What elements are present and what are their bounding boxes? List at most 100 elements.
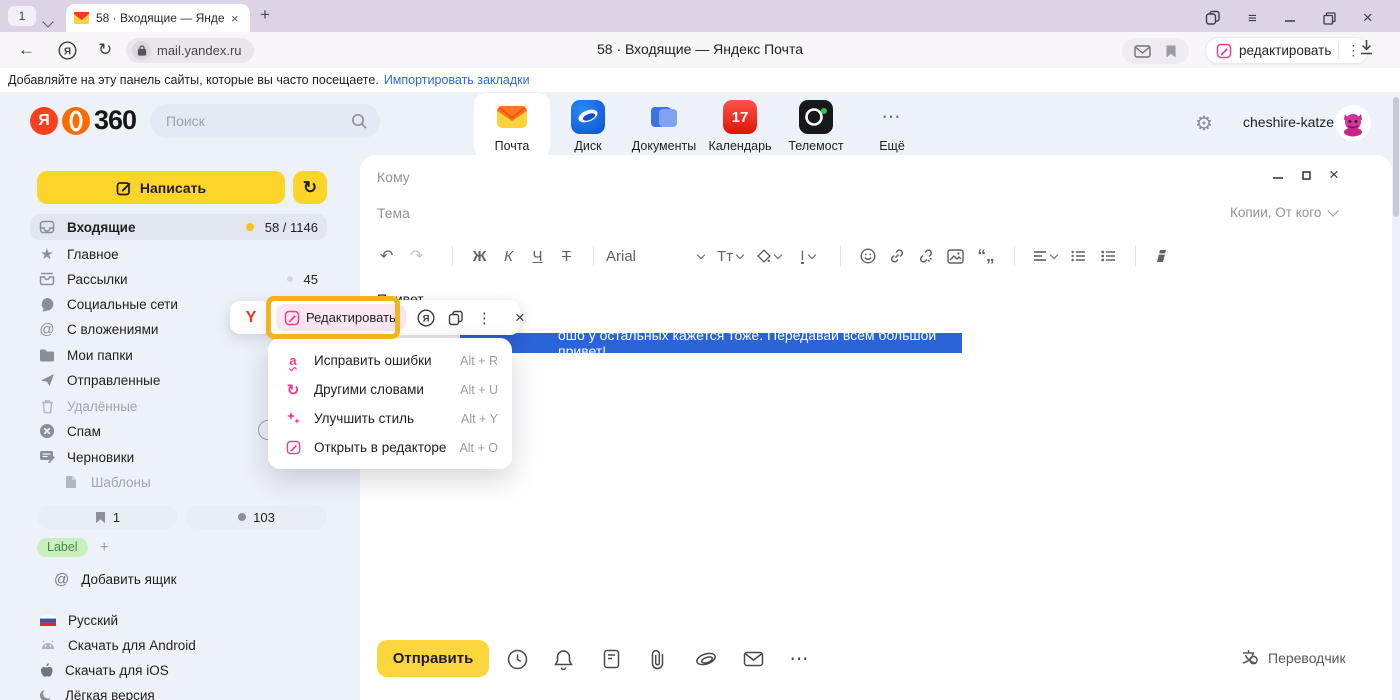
- refresh-button[interactable]: ↻: [293, 171, 327, 204]
- translator-button[interactable]: Переводчик: [1240, 648, 1346, 667]
- new-tab-button[interactable]: +: [260, 5, 270, 25]
- send-button[interactable]: Отправить: [377, 640, 489, 677]
- yandex-search-icon[interactable]: Я: [417, 309, 435, 327]
- attach-file-icon[interactable]: [647, 648, 669, 670]
- add-label-icon[interactable]: +: [100, 539, 109, 557]
- label-tag[interactable]: Label: [37, 538, 88, 557]
- reminder-bell-icon[interactable]: [552, 648, 574, 670]
- light-version-link[interactable]: Лёгкая версия: [30, 683, 155, 700]
- italic-icon[interactable]: К: [494, 248, 523, 265]
- browser-edit-button[interactable]: редактировать ⋮: [1205, 37, 1369, 64]
- service-disk[interactable]: Диск: [550, 100, 626, 153]
- folder-templates[interactable]: Шаблоны: [30, 469, 327, 495]
- ai-edit-button[interactable]: Редактировать: [276, 304, 406, 331]
- more-options-icon[interactable]: ⋯: [789, 648, 811, 670]
- scrollbar-thumb[interactable]: [1393, 97, 1399, 217]
- window-close-icon[interactable]: ×: [1363, 8, 1373, 28]
- moon-icon: [40, 689, 53, 700]
- quote-icon[interactable]: “„: [970, 246, 1002, 266]
- close-toolbar-icon[interactable]: ×: [515, 308, 525, 328]
- service-label: Ещё: [879, 139, 905, 153]
- folder-newsletters[interactable]: Рассылки 45: [30, 266, 327, 292]
- schedule-clock-icon[interactable]: [506, 648, 528, 670]
- note-icon[interactable]: [600, 648, 622, 670]
- compose-close-icon[interactable]: ×: [1329, 169, 1339, 181]
- settings-gear-icon[interactable]: ⚙: [1195, 111, 1213, 136]
- ios-link[interactable]: Скачать для iOS: [30, 658, 169, 682]
- cc-from-toggle[interactable]: Копии, От кого: [1230, 205, 1337, 220]
- folder-inbox[interactable]: Входящие 58 / 1146: [30, 214, 327, 240]
- menu-item-open-editor[interactable]: Открыть в редакторе Alt + O: [268, 433, 512, 462]
- browser-tab[interactable]: 58 · Входящие — Яндек ×: [66, 4, 250, 32]
- attach-from-disk-icon[interactable]: [695, 648, 717, 670]
- window-restore-icon[interactable]: [1323, 12, 1336, 25]
- username[interactable]: cheshire-katze: [1243, 114, 1334, 130]
- insert-image-icon[interactable]: [940, 249, 970, 264]
- tab-panels-icon[interactable]: [1205, 10, 1221, 26]
- search-input[interactable]: [166, 113, 351, 129]
- folder-main[interactable]: ★ Главное: [30, 241, 327, 267]
- window-minimize-icon[interactable]: [1284, 12, 1296, 24]
- avatar[interactable]: [1335, 105, 1371, 141]
- to-field[interactable]: Кому: [377, 169, 410, 185]
- yandex360-logo[interactable]: Я 360: [30, 105, 136, 136]
- mail-notification-icon[interactable]: [1134, 45, 1151, 58]
- android-link[interactable]: Скачать для Android: [30, 633, 196, 657]
- translator-label: Переводчик: [1268, 650, 1346, 666]
- selected-text[interactable]: ошо у остальных кажется тоже. Передавай …: [460, 333, 962, 353]
- underline-icon[interactable]: Ч: [523, 248, 552, 265]
- lock-icon[interactable]: [132, 41, 151, 60]
- bullet-list-icon[interactable]: [1063, 250, 1093, 262]
- service-docs[interactable]: Документы: [626, 100, 702, 153]
- eraser-icon[interactable]: [1148, 249, 1177, 263]
- bookmarks-pill[interactable]: 1: [37, 505, 178, 529]
- subject-field[interactable]: Тема: [377, 205, 410, 221]
- emoji-icon[interactable]: [853, 248, 882, 264]
- tab-list-chevron-icon[interactable]: [44, 13, 52, 31]
- back-icon[interactable]: ←: [18, 40, 35, 60]
- service-calendar[interactable]: 17 Календарь: [702, 100, 778, 153]
- font-select[interactable]: Arial: [606, 248, 710, 265]
- align-select[interactable]: [1027, 250, 1063, 262]
- service-mail[interactable]: Почта: [474, 93, 550, 159]
- disk-service-icon: [571, 100, 605, 134]
- service-telemost[interactable]: Телемост: [778, 100, 854, 153]
- text-color-select[interactable]: I: [788, 248, 828, 264]
- compose-minimize-icon[interactable]: [1272, 169, 1284, 181]
- url-field[interactable]: mail.yandex.ru: [126, 38, 254, 63]
- language-link[interactable]: Русский: [30, 608, 118, 632]
- compose-collapse-icon[interactable]: [1302, 171, 1311, 180]
- bold-icon[interactable]: Ж: [465, 248, 494, 265]
- yandex-browser-icon[interactable]: Я: [58, 41, 77, 60]
- calendar-service-icon: 17: [723, 100, 757, 134]
- import-bookmarks-link[interactable]: Импортировать закладки: [384, 73, 530, 87]
- menu-item-improve-style[interactable]: Улучшить стиль Alt + Y: [268, 404, 512, 433]
- bookmark-icon[interactable]: [1165, 44, 1177, 59]
- unread-pill[interactable]: 103: [186, 505, 327, 529]
- kebab-menu-icon[interactable]: ⋮: [477, 309, 492, 327]
- menu-item-rephrase[interactable]: ↻ Другими словами Alt + U: [268, 375, 512, 404]
- undo-icon[interactable]: ↶: [380, 246, 410, 266]
- tab-close-icon[interactable]: ×: [231, 11, 239, 26]
- link-icon[interactable]: [882, 248, 911, 264]
- ai-assistant-chip[interactable]: Y: [230, 301, 272, 334]
- browser-menu-icon[interactable]: ≡: [1248, 10, 1257, 27]
- attach-email-icon[interactable]: [742, 648, 764, 670]
- reload-icon[interactable]: ↻: [98, 40, 112, 60]
- unlink-icon[interactable]: [911, 248, 940, 264]
- search-box[interactable]: [150, 104, 380, 138]
- numbered-list-icon[interactable]: [1093, 250, 1123, 262]
- search-icon[interactable]: [351, 113, 368, 130]
- add-mailbox-link[interactable]: @ Добавить ящик: [30, 567, 177, 591]
- fill-color-select[interactable]: [750, 249, 788, 263]
- menu-item-fix-errors[interactable]: a Исправить ошибки Alt + R: [268, 346, 512, 375]
- service-more[interactable]: ⋯ Ещё: [854, 100, 930, 153]
- bookmarks-bar: Добавляйте на эту панель сайты, которые …: [0, 68, 1400, 92]
- strikethrough-icon[interactable]: Т: [552, 248, 581, 265]
- copy-icon[interactable]: [448, 310, 464, 326]
- tab-group-count[interactable]: 1: [8, 6, 36, 26]
- redo-icon[interactable]: ↷: [410, 246, 440, 266]
- compose-button[interactable]: Написать: [37, 171, 285, 204]
- font-size-select[interactable]: Tт: [710, 248, 750, 265]
- download-icon[interactable]: [1358, 38, 1375, 56]
